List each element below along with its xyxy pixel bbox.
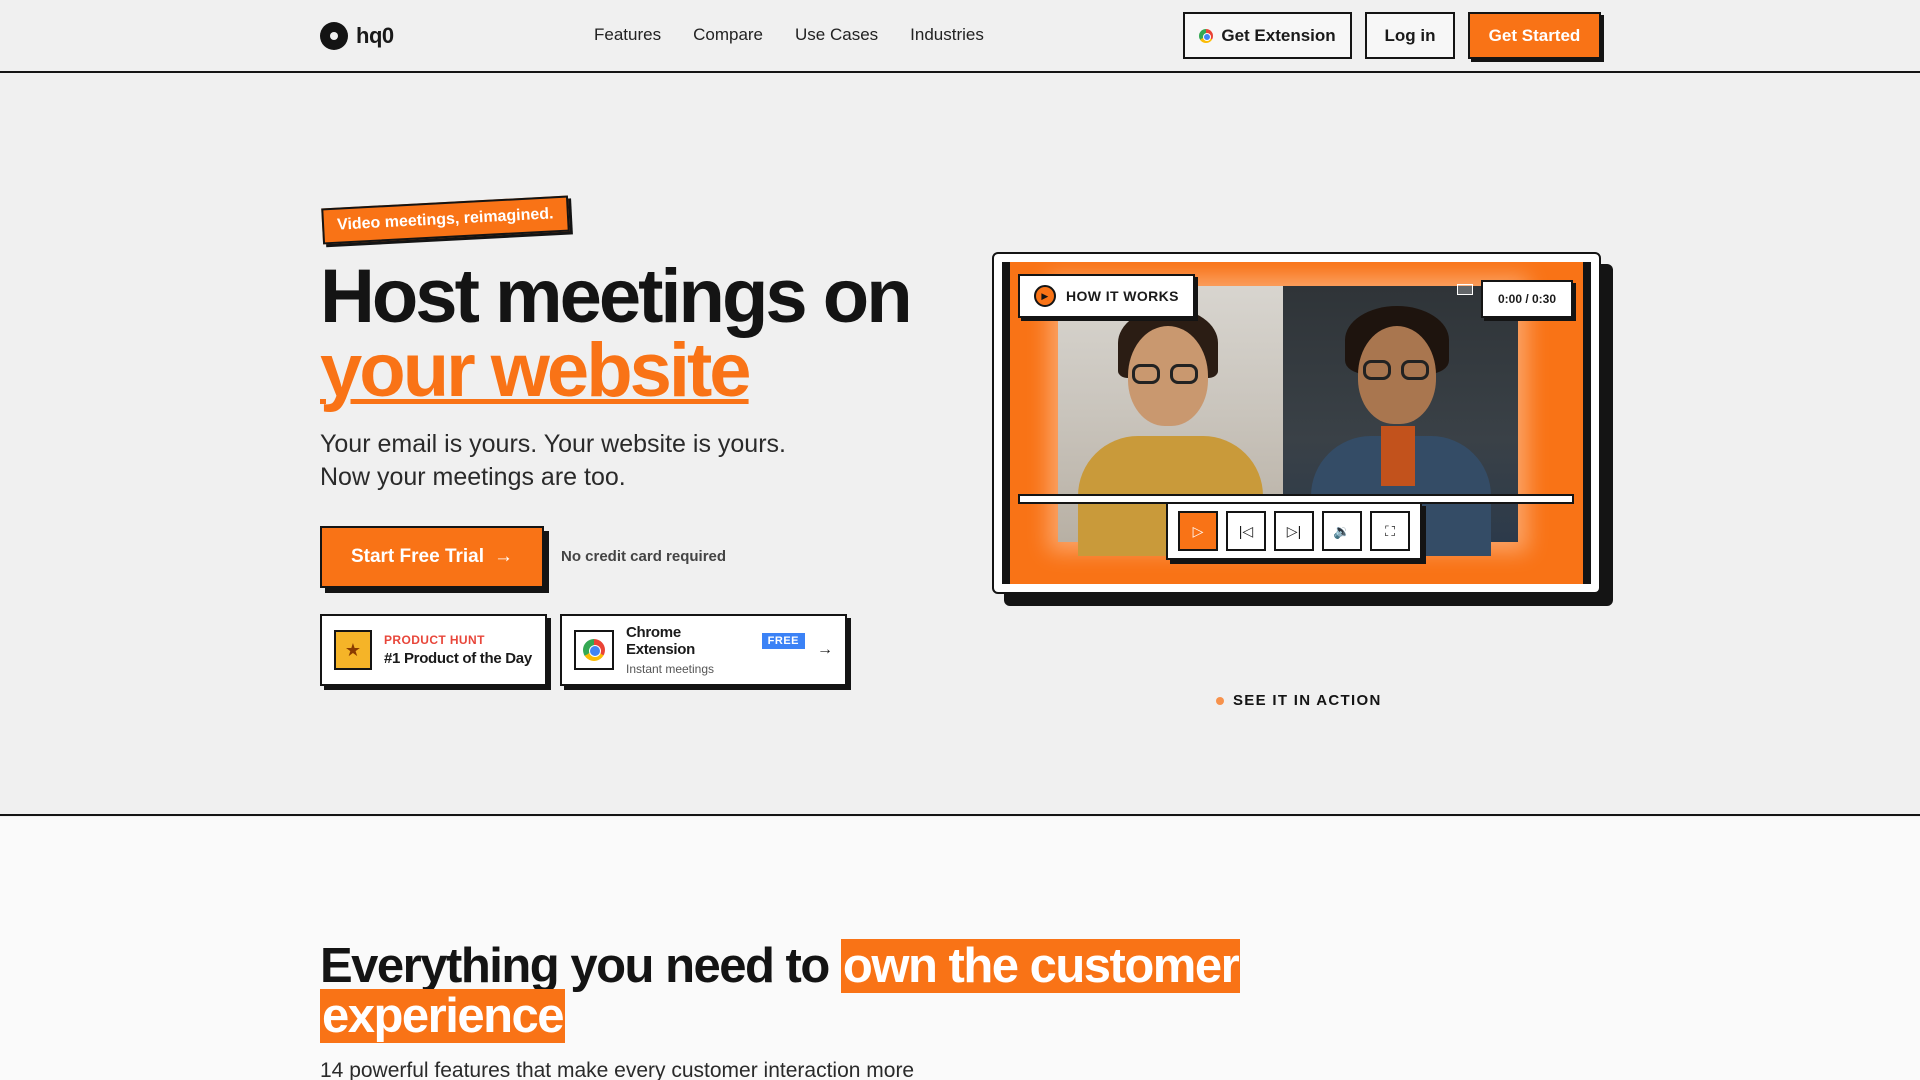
player-controls: ▷ |◁ ▷| 🔉 ⛶ [1166, 502, 1422, 560]
hero-headline: Host meetings on your website [320, 259, 913, 409]
how-it-works-tab[interactable]: ▶ HOW IT WORKS [1018, 274, 1195, 318]
medal-icon: ★ [334, 630, 372, 670]
chrome-extension-badge[interactable]: Chrome Extension FREE Instant meetings → [560, 614, 847, 686]
dot-icon [1216, 696, 1224, 705]
hero-subtitle: Your email is yours. Your website is you… [320, 428, 786, 494]
fullscreen-icon: ⛶ [1385, 522, 1395, 539]
play-icon: ▷ [1192, 522, 1204, 539]
top-nav: hq0 Features Compare Use Cases Industrie… [0, 0, 1920, 73]
logo-mark-icon [320, 22, 348, 50]
hero-subtitle-line-2: Now your meetings are too. [320, 463, 626, 491]
product-hunt-title: #1 Product of the Day [384, 650, 532, 667]
how-it-works-label: HOW IT WORKS [1066, 288, 1179, 304]
tagline-badge: Video meetings, reimagined. [321, 195, 570, 245]
product-hunt-badge[interactable]: ★ PRODUCT HUNT #1 Product of the Day [320, 614, 547, 686]
features-title: Everything you need to own the customer … [320, 939, 1520, 1043]
see-it-in-action-label: SEE IT IN ACTION [1233, 692, 1382, 709]
nav-link-use-cases[interactable]: Use Cases [795, 25, 878, 45]
features-title-highlight-1: own the customer [840, 939, 1241, 993]
chrome-icon [582, 639, 605, 661]
chrome-extension-subtitle: Instant meetings [625, 662, 715, 676]
headline-line-2: your website [320, 328, 752, 413]
login-button[interactable]: Log in [1365, 12, 1455, 59]
play-circle-icon: ▶ [1034, 285, 1056, 307]
hero-section: Video meetings, reimagined. Host meeting… [0, 74, 1920, 816]
product-hunt-label: PRODUCT HUNT [384, 633, 485, 647]
logo[interactable]: hq0 [320, 22, 394, 50]
nav-link-compare[interactable]: Compare [693, 25, 763, 45]
start-free-trial-button[interactable]: Start Free Trial → [320, 526, 544, 588]
see-it-in-action: SEE IT IN ACTION [1216, 692, 1382, 709]
play-button[interactable]: ▷ [1178, 511, 1218, 551]
product-hunt-text: PRODUCT HUNT #1 Product of the Day [384, 633, 532, 667]
get-started-button[interactable]: Get Started [1468, 12, 1601, 59]
cta-label: Start Free Trial [350, 546, 485, 567]
arrow-right-icon: → [494, 546, 514, 567]
get-extension-label: Get Extension [1221, 25, 1336, 45]
features-title-highlight-2: experience [320, 989, 566, 1043]
chrome-extension-text: Chrome Extension FREE Instant meetings [626, 624, 805, 676]
chrome-extension-icon-box [574, 630, 614, 670]
captions-icon[interactable] [1457, 284, 1473, 295]
nav-links: Features Compare Use Cases Industries [594, 25, 984, 45]
chrome-extension-title: Chrome Extension [625, 624, 695, 658]
login-label: Log in [1384, 25, 1436, 45]
no-credit-card-note: No credit card required [561, 548, 727, 565]
logo-text: hq0 [356, 23, 394, 48]
skip-back-button[interactable]: |◁ [1226, 511, 1266, 551]
headline-line-1: Host meetings on [320, 254, 913, 339]
hero-subtitle-line-1: Your email is yours. Your website is you… [320, 430, 786, 458]
get-started-label: Get Started [1488, 25, 1581, 45]
time-display: 0:00 / 0:30 [1481, 280, 1573, 318]
skip-back-icon: |◁ [1238, 522, 1254, 539]
get-extension-button[interactable]: Get Extension [1183, 12, 1352, 59]
chrome-extension-title-row: Chrome Extension FREE [626, 624, 805, 658]
free-tag: FREE [761, 633, 805, 649]
volume-button[interactable]: 🔉 [1322, 511, 1362, 551]
fullscreen-button[interactable]: ⛶ [1370, 511, 1410, 551]
skip-forward-icon: ▷| [1286, 522, 1302, 539]
features-subtitle: 14 powerful features that make every cus… [320, 1059, 915, 1080]
video-screen: ▶ HOW IT WORKS 0:00 / 0:30 ▷ |◁ ▷| 🔉 ⛶ [1002, 262, 1591, 584]
features-section: Everything you need to own the customer … [0, 817, 1920, 1080]
volume-icon: 🔉 [1333, 522, 1351, 539]
arrow-right-icon: → [817, 641, 833, 658]
features-title-plain: Everything you need to [320, 939, 841, 993]
chrome-icon [1199, 28, 1214, 43]
video-player[interactable]: ▶ HOW IT WORKS 0:00 / 0:30 ▷ |◁ ▷| 🔉 ⛶ [992, 252, 1601, 594]
skip-forward-button[interactable]: ▷| [1274, 511, 1314, 551]
nav-link-industries[interactable]: Industries [910, 25, 984, 45]
nav-link-features[interactable]: Features [594, 25, 661, 45]
